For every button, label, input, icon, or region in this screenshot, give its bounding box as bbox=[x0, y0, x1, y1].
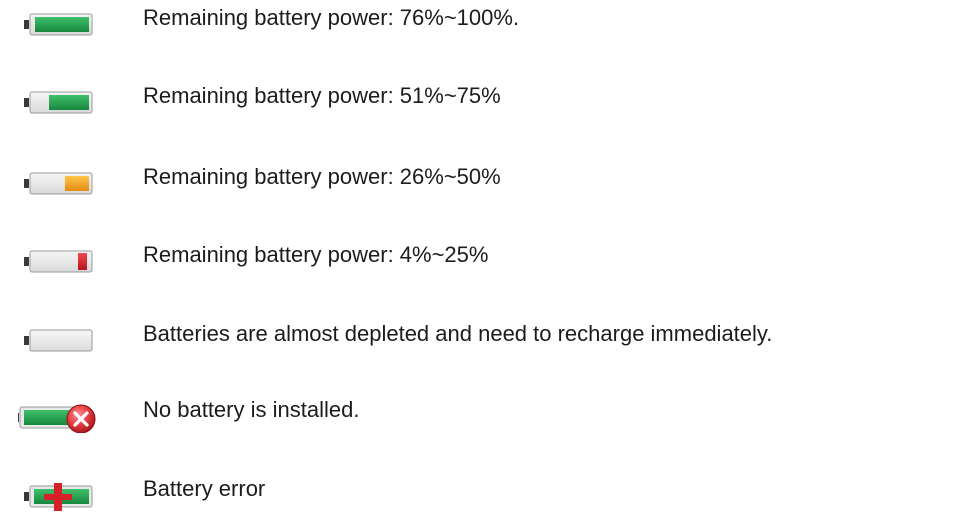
battery-status-legend: Remaining battery power: 76%~100%. Remai… bbox=[0, 0, 973, 511]
battery-not-installed-icon bbox=[18, 403, 114, 433]
legend-item-text: Remaining battery power: 51%~75% bbox=[143, 83, 501, 108]
battery-three-quarters-icon bbox=[18, 89, 114, 115]
legend-item-text: No battery is installed. bbox=[143, 397, 360, 422]
legend-item-battery-not-installed: No battery is installed. bbox=[0, 394, 973, 434]
battery-low-icon bbox=[18, 248, 114, 274]
legend-item-text: Remaining battery power: 4%~25% bbox=[143, 242, 489, 267]
battery-empty-icon bbox=[18, 327, 114, 353]
legend-item-battery-three-quarters: Remaining battery power: 51%~75% bbox=[0, 80, 973, 120]
battery-full-icon bbox=[18, 11, 114, 37]
legend-item-text: Remaining battery power: 26%~50% bbox=[143, 164, 501, 189]
legend-item-battery-low: Remaining battery power: 4%~25% bbox=[0, 239, 973, 279]
battery-error-icon bbox=[18, 482, 114, 511]
legend-item-battery-error: Battery error bbox=[0, 473, 973, 513]
legend-item-text: Battery error bbox=[143, 476, 266, 501]
legend-item-battery-empty: Batteries are almost depleted and need t… bbox=[0, 318, 973, 358]
battery-half-icon bbox=[18, 170, 114, 196]
legend-item-text: Remaining battery power: 76%~100%. bbox=[143, 5, 520, 30]
legend-item-battery-half: Remaining battery power: 26%~50% bbox=[0, 161, 973, 201]
legend-item-battery-full: Remaining battery power: 76%~100%. bbox=[0, 2, 973, 42]
legend-item-text: Batteries are almost depleted and need t… bbox=[143, 321, 773, 346]
